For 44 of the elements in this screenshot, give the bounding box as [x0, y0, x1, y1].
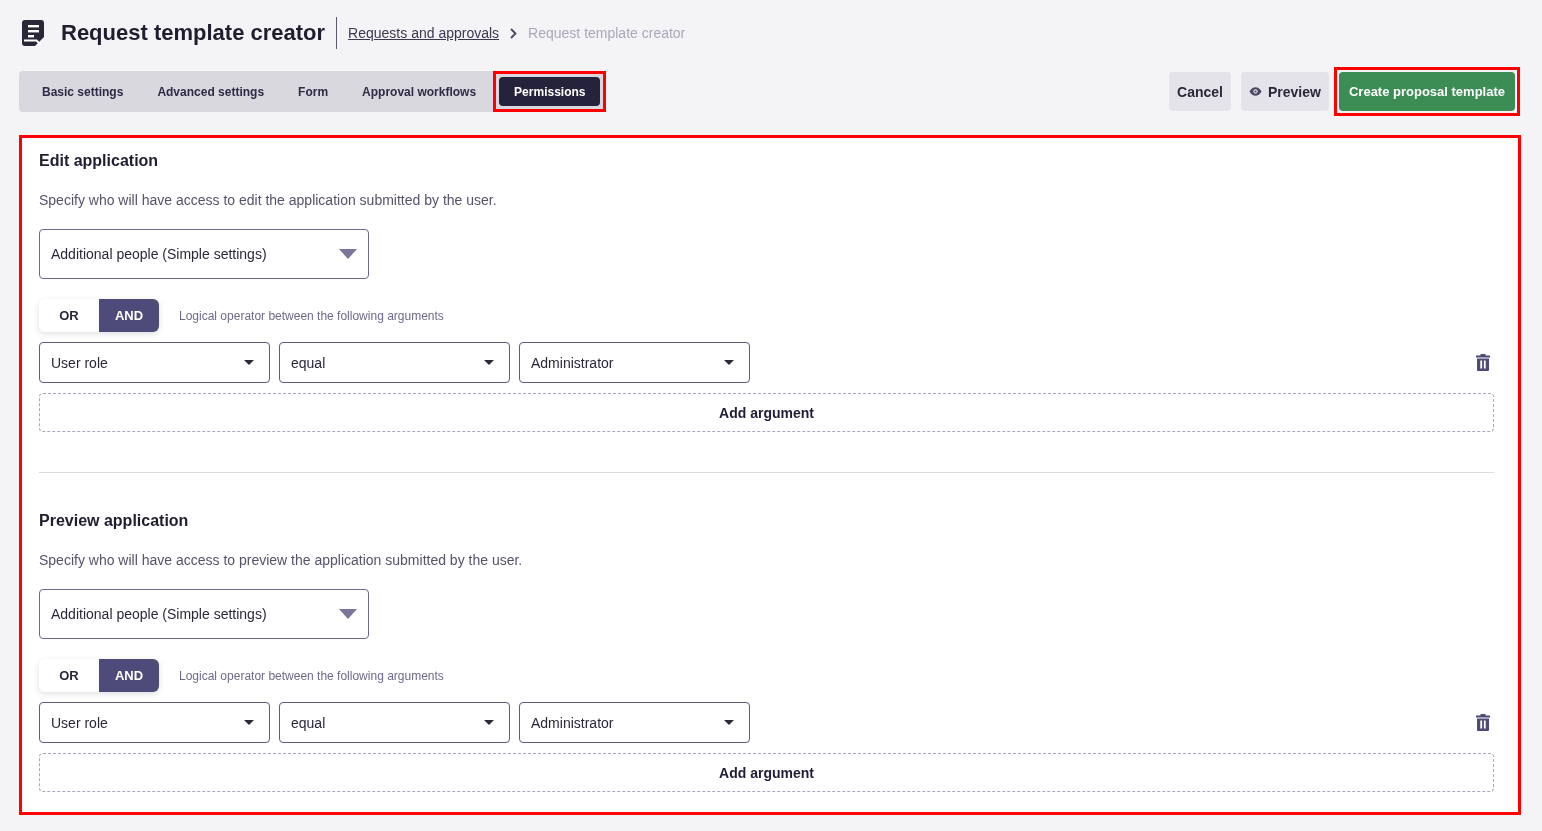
caret-icon: [244, 720, 254, 725]
operator-option[interactable]: AND: [99, 299, 159, 332]
caret-icon: [339, 249, 357, 259]
caret-icon: [484, 360, 494, 365]
operator-option[interactable]: OR: [39, 299, 99, 332]
comparison-select[interactable]: equal: [279, 342, 510, 383]
breadcrumb-current: Request template creator: [528, 25, 686, 41]
access-select[interactable]: Additional people (Simple settings): [39, 229, 369, 279]
operator-hint: Logical operator between the following arguments: [179, 308, 444, 323]
operator-option[interactable]: OR: [39, 659, 99, 692]
section-title: Preview application: [39, 511, 190, 531]
caret-icon: [484, 720, 494, 725]
field-select[interactable]: User role: [39, 342, 270, 383]
tab[interactable]: Approval workflows: [351, 77, 488, 106]
add-argument-button[interactable]: Add argument: [39, 753, 1494, 792]
create-button[interactable]: Create proposal template: [1338, 72, 1515, 111]
trash-icon[interactable]: [1476, 354, 1490, 371]
preview-button[interactable]: Preview: [1241, 72, 1329, 111]
operator-option[interactable]: AND: [99, 659, 159, 692]
comparison-select[interactable]: equal: [279, 702, 510, 743]
field-select[interactable]: User role: [39, 702, 270, 743]
section-title: Edit application: [39, 151, 160, 171]
caret-icon: [724, 720, 734, 725]
operator-hint: Logical operator between the following arguments: [179, 668, 444, 683]
section-description: Specify who will have access to edit the application submitted by the user.: [39, 191, 498, 210]
tab[interactable]: Basic settings: [31, 77, 135, 106]
tab[interactable]: Permissions: [499, 77, 601, 106]
add-argument-button[interactable]: Add argument: [39, 393, 1494, 432]
eye-icon: [1249, 87, 1262, 96]
page-title: Request template creator: [61, 19, 326, 47]
tab[interactable]: Form: [287, 77, 340, 106]
breadcrumb-link[interactable]: Requests and approvals: [348, 25, 500, 41]
tab[interactable]: Advanced settings: [146, 77, 276, 106]
trash-icon[interactable]: [1476, 714, 1490, 731]
value-select[interactable]: Administrator: [519, 702, 750, 743]
caret-icon: [724, 360, 734, 365]
document-icon: [22, 20, 46, 46]
chevron-icon: [510, 27, 518, 39]
access-select[interactable]: Additional people (Simple settings): [39, 589, 369, 639]
caret-icon: [339, 609, 357, 619]
caret-icon: [244, 360, 254, 365]
value-select[interactable]: Administrator: [519, 342, 750, 383]
section-description: Specify who will have access to preview the application submitted by the user.: [39, 551, 524, 570]
cancel-button[interactable]: Cancel: [1169, 72, 1231, 111]
